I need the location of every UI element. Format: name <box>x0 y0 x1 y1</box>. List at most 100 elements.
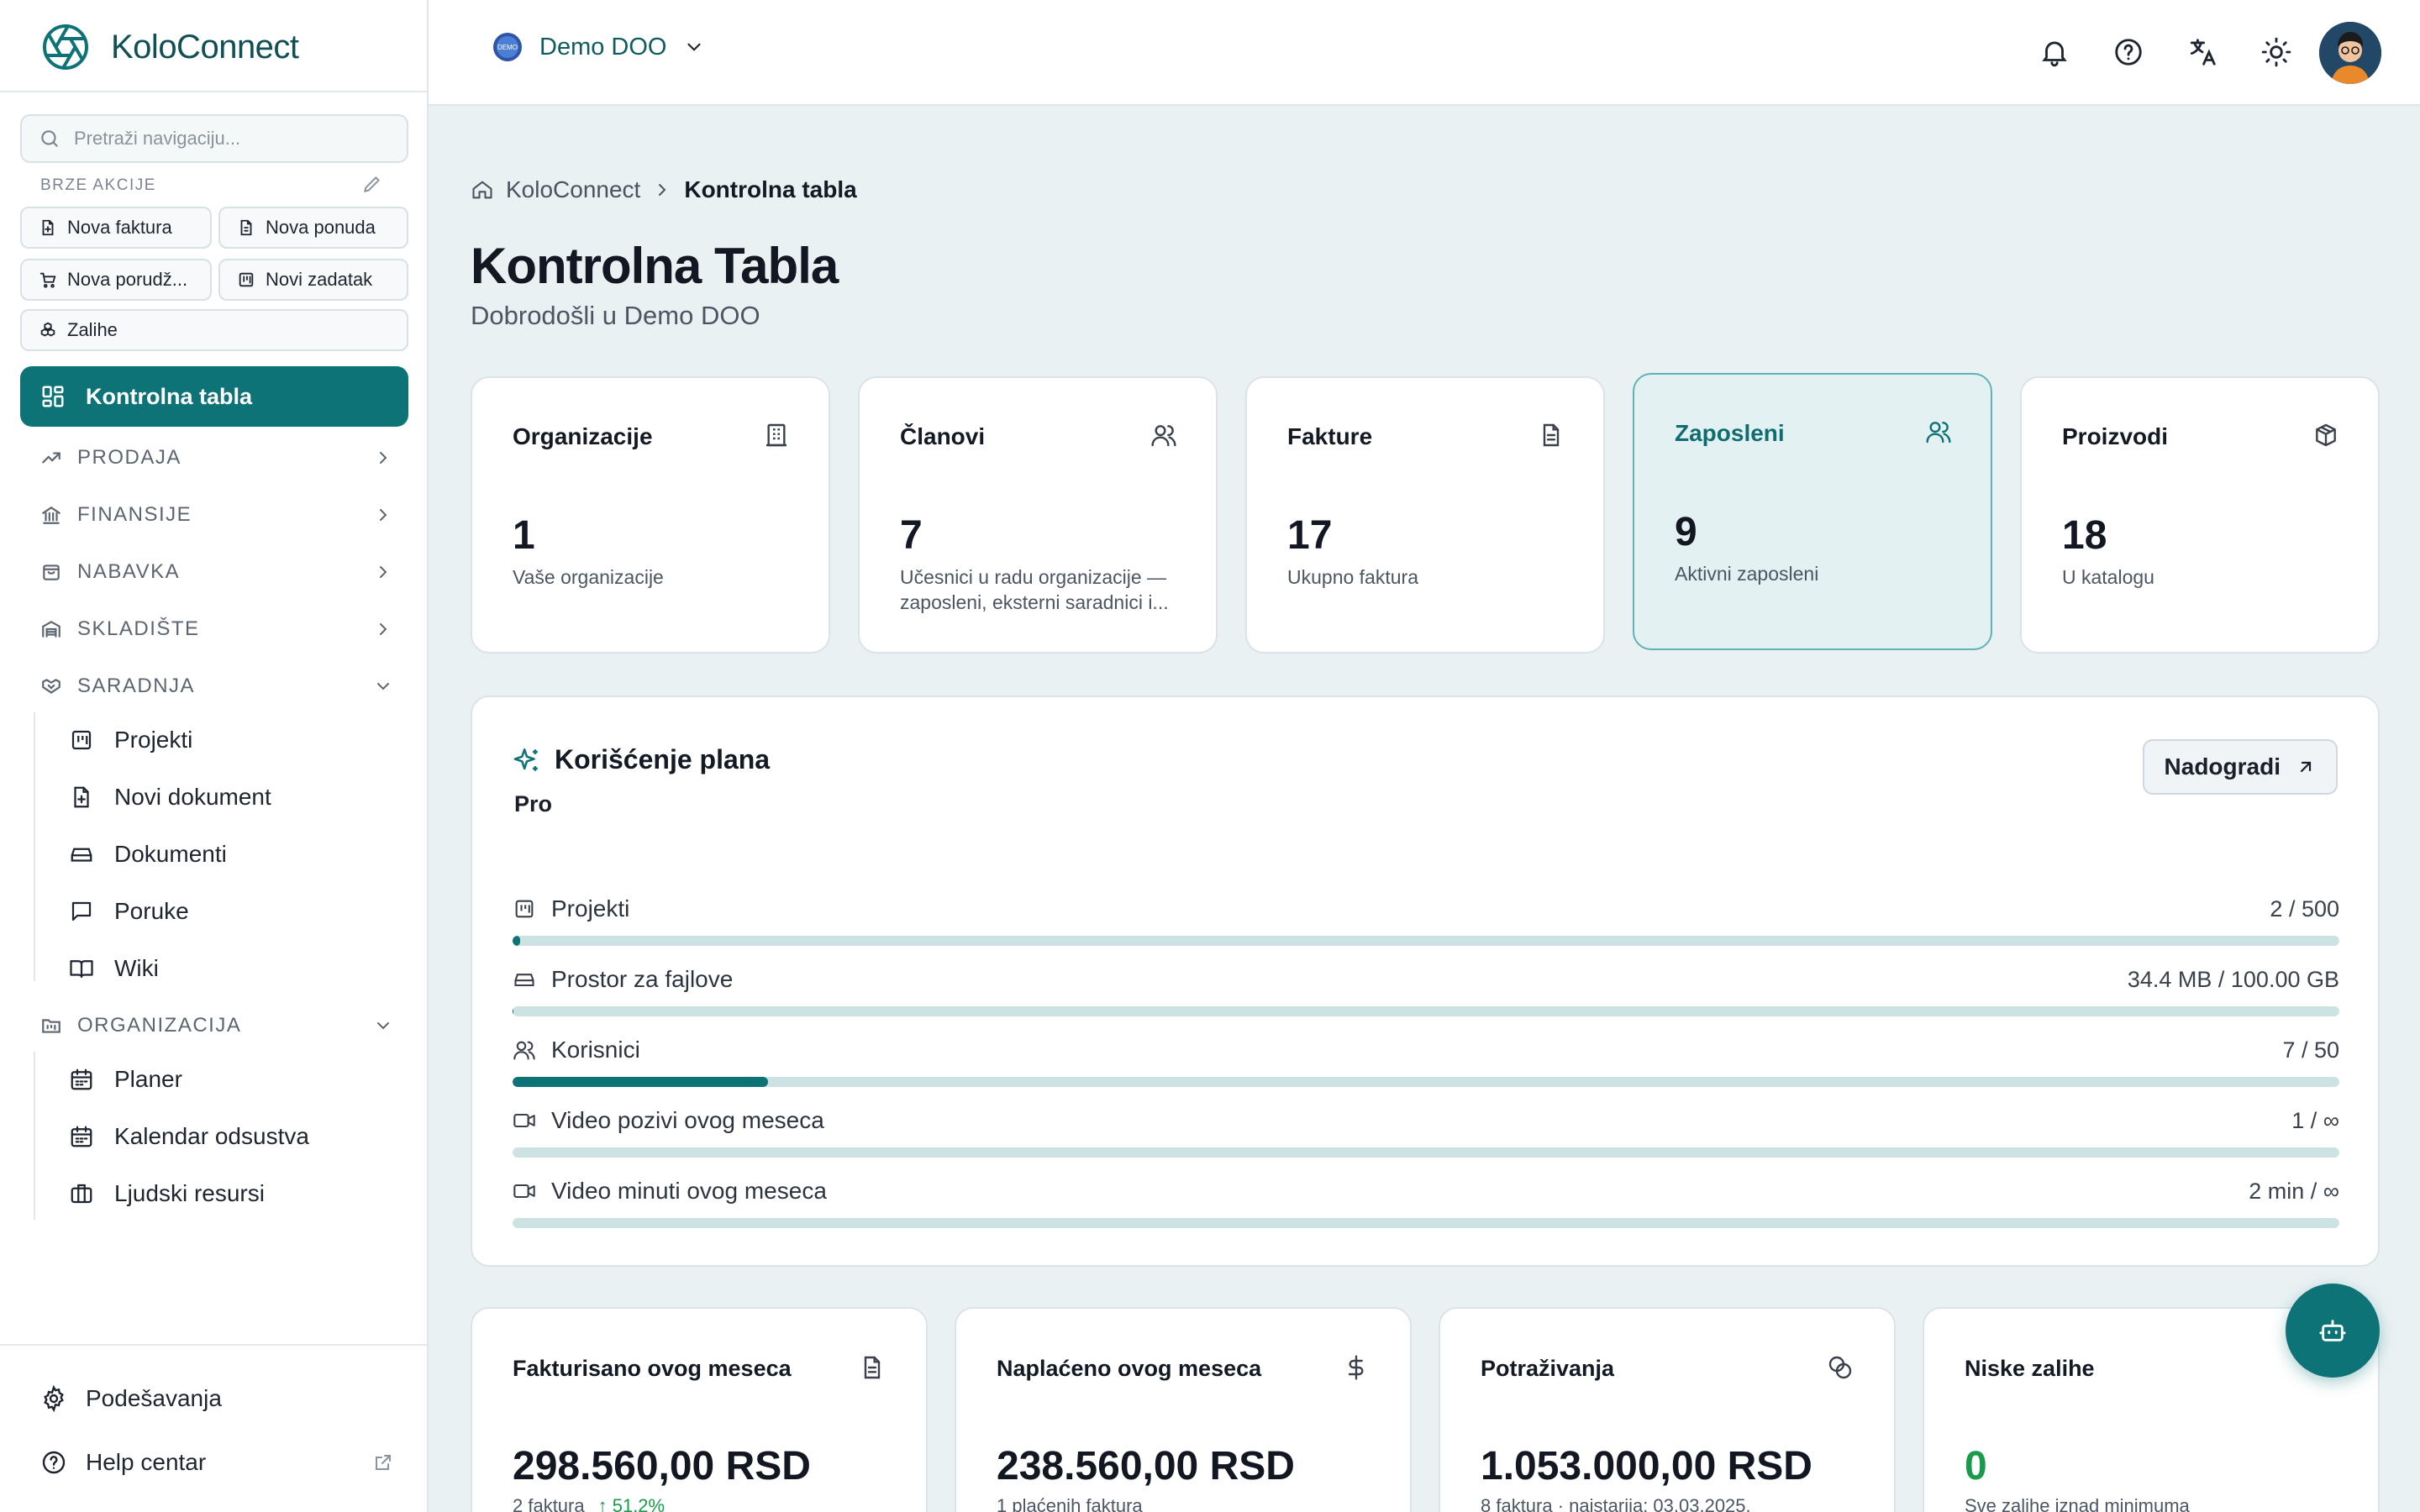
usage-bar <box>513 1006 2339 1016</box>
fin-desc: 1 plaćenih faktura <box>997 1495 1143 1512</box>
usage-bar <box>513 1147 2339 1158</box>
kanban-icon <box>239 272 254 287</box>
stat-desc: Vaše organizacije <box>513 566 664 588</box>
breadcrumb-root[interactable]: KoloConnect <box>506 176 640 203</box>
sidebar-section-sales[interactable]: PRODAJA <box>40 437 393 479</box>
fin-value: 0 <box>1965 1444 1987 1488</box>
page-title: Kontrolna Tabla <box>471 238 839 294</box>
sidebar-section-label: NABAVKA <box>77 560 181 583</box>
fin-label: Potraživanja <box>1481 1356 1615 1381</box>
fin-label: Niske zalihe <box>1965 1356 2095 1381</box>
usage-value: 7 / 50 <box>2282 1037 2339 1063</box>
stat-card-organizations[interactable]: Organizacije 1 Vaše organizacije <box>471 376 830 654</box>
kanban-icon <box>71 730 92 750</box>
fin-card-receivables[interactable]: Potraživanja 1.053.000,00 RSD 8 faktura … <box>1439 1307 1896 1512</box>
sidebar-section-organization[interactable]: ORGANIZACIJA <box>40 1005 393 1047</box>
stat-value: 17 <box>1287 513 1333 558</box>
handshake-icon <box>42 679 60 694</box>
org-avatar-icon: DEMO <box>493 33 522 61</box>
sidebar-section-collaboration[interactable]: SARADNJA <box>40 665 393 707</box>
bank-icon <box>42 507 60 524</box>
sidebar-item-leave-calendar[interactable]: Kalendar odsustva <box>69 1116 309 1158</box>
ai-assistant-button[interactable] <box>2286 1284 2380 1378</box>
chevron-right-icon <box>380 452 387 464</box>
nav-search-input[interactable] <box>74 128 393 150</box>
sidebar-item-help-center[interactable]: Help centar <box>40 1441 393 1483</box>
sidebar-item-label: Novi dokument <box>114 784 271 810</box>
breadcrumb: KoloConnect Kontrolna tabla <box>471 176 857 203</box>
dashboard-icon <box>42 386 64 407</box>
quick-action-new-order[interactable]: Nova porudž... <box>20 259 212 301</box>
calendar-icon <box>71 1068 92 1090</box>
fin-value: 1.053.000,00 RSD <box>1481 1444 1812 1488</box>
sidebar-section-finance[interactable]: FINANSIJE <box>40 494 393 536</box>
quick-action-label: Nova ponuda <box>266 217 376 238</box>
quick-action-label: Nova faktura <box>67 217 172 238</box>
sidebar-item-dashboard[interactable]: Kontrolna tabla <box>20 366 408 427</box>
sidebar-item-hr[interactable]: Ljudski resursi <box>69 1173 265 1215</box>
user-avatar[interactable] <box>2319 22 2381 84</box>
dollar-icon <box>1348 1355 1364 1380</box>
fin-desc: Sve zalihe iznad minimuma <box>1965 1495 2190 1512</box>
sidebar-item-wiki[interactable]: Wiki <box>69 948 159 990</box>
stat-card-invoices[interactable]: Fakture 17 Ukupno faktura <box>1245 376 1605 654</box>
sidebar-item-label: Podešavanja <box>86 1385 222 1411</box>
quick-action-new-task[interactable]: Novi zadatak <box>218 259 408 301</box>
plan-title: Korišćenje plana <box>513 744 770 775</box>
stat-card-members[interactable]: Članovi 7 Učesnici u radu organizacije —… <box>858 376 1218 654</box>
coins-icon <box>1828 1356 1852 1379</box>
briefcase-icon <box>71 1184 92 1204</box>
users-icon <box>1151 425 1176 447</box>
video-icon <box>513 1184 535 1199</box>
upgrade-button[interactable]: Nadogradi <box>2142 739 2338 795</box>
quick-action-stock[interactable]: Zalihe <box>20 309 408 351</box>
quick-action-new-quote[interactable]: Nova ponuda <box>218 207 408 249</box>
sidebar-section-purchasing[interactable]: NABAVKA <box>40 551 393 593</box>
file-plus-icon <box>42 219 54 236</box>
stat-value: 1 <box>513 513 535 558</box>
building-icon <box>766 423 786 447</box>
fin-value: 298.560,00 RSD <box>513 1444 811 1488</box>
sidebar-section-label: FINANSIJE <box>77 503 192 526</box>
stat-value: 7 <box>900 513 923 558</box>
bell-icon[interactable] <box>2039 36 2070 68</box>
chevron-right-icon <box>380 509 387 521</box>
sidebar-section-label: SKLADIŠTE <box>77 617 200 640</box>
home-icon[interactable] <box>471 178 494 202</box>
stat-card-products[interactable]: Proizvodi 18 U katalogu <box>2020 376 2380 654</box>
translate-icon[interactable] <box>2186 36 2218 68</box>
sidebar-item-label: Kontrolna tabla <box>86 383 253 409</box>
sidebar-item-planner[interactable]: Planer <box>69 1058 182 1100</box>
stat-label: Proizvodi <box>2062 423 2169 449</box>
package-icon <box>2316 423 2336 447</box>
usage-bar-fill <box>513 936 520 946</box>
users-icon <box>513 1041 535 1060</box>
sidebar-item-projects[interactable]: Projekti <box>69 719 192 761</box>
nav-search[interactable] <box>20 114 408 163</box>
org-name: Demo DOO <box>539 33 667 60</box>
org-avatar-badge: DEMO <box>497 44 518 51</box>
org-switcher[interactable]: DEMO Demo DOO <box>492 32 705 62</box>
kanban-icon <box>515 900 534 918</box>
sidebar-item-messages[interactable]: Poruke <box>69 890 189 932</box>
sidebar-section-label: PRODAJA <box>77 446 182 469</box>
usage-value: 2 min / ∞ <box>2249 1179 2339 1204</box>
usage-bar <box>513 936 2339 946</box>
sidebar-section-warehouse[interactable]: SKLADIŠTE <box>40 608 393 650</box>
help-icon <box>42 1451 66 1474</box>
sidebar-item-new-document[interactable]: Novi dokument <box>69 776 271 818</box>
pencil-icon[interactable] <box>361 173 383 195</box>
stat-card-employees[interactable]: Zaposleni 9 Aktivni zaposleni <box>1633 373 1992 650</box>
app-logo[interactable]: KoloConnect <box>40 18 299 76</box>
sidebar-item-documents[interactable]: Dokumenti <box>69 833 227 875</box>
sidebar-item-label: Wiki <box>114 955 159 981</box>
sidebar-item-settings[interactable]: Podešavanja <box>40 1378 222 1420</box>
sun-icon[interactable] <box>2260 36 2292 68</box>
fin-card-collected[interactable]: Naplaćeno ovog meseca 238.560,00 RSD 1 p… <box>955 1307 1412 1512</box>
video-icon <box>513 1113 535 1128</box>
fin-card-invoiced[interactable]: Fakturisano ovog meseca 298.560,00 RSD 2… <box>471 1307 928 1512</box>
quick-action-new-invoice[interactable]: Nova faktura <box>20 207 212 249</box>
usage-row-storage: Prostor za fajlove 34.4 MB / 100.00 GB <box>513 964 2339 1016</box>
chevron-right-icon <box>380 566 387 578</box>
help-icon[interactable] <box>2112 36 2144 68</box>
